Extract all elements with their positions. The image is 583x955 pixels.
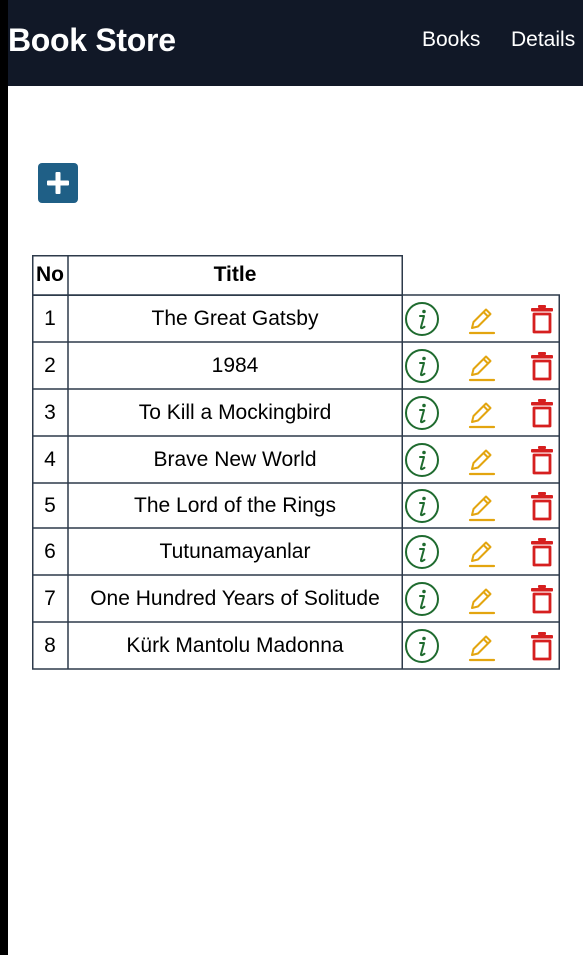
book-title: To Kill a Mockingbird (138, 401, 332, 424)
info-icon[interactable] (404, 534, 440, 570)
table-row: 1 The Great Gatsby (32, 295, 560, 342)
row-number: 2 (44, 354, 56, 377)
trash-icon[interactable] (524, 488, 560, 524)
pencil-icon[interactable] (464, 534, 500, 570)
table-row: 5 The Lord of the Rings (32, 483, 560, 528)
pencil-icon[interactable] (464, 628, 500, 664)
info-icon[interactable] (404, 628, 440, 664)
book-title: 1984 (211, 354, 259, 377)
info-icon[interactable] (404, 581, 440, 617)
pencil-icon[interactable] (464, 301, 500, 337)
book-title: Brave New World (153, 448, 317, 471)
plus-icon (47, 172, 69, 194)
trash-icon[interactable] (524, 534, 560, 570)
table-row: 2 1984 (32, 342, 560, 389)
trash-icon[interactable] (524, 348, 560, 384)
trash-icon[interactable] (524, 628, 560, 664)
navbar: Book Store Books Details (8, 0, 583, 86)
nav-link-books[interactable]: Books (422, 26, 480, 54)
table-row: 8 Kürk Mantolu Madonna (32, 622, 560, 669)
trash-icon[interactable] (524, 442, 560, 478)
info-icon[interactable] (404, 301, 440, 337)
add-book-button[interactable] (38, 163, 78, 203)
row-number: 7 (44, 587, 56, 610)
column-header-no: No (36, 263, 64, 286)
pencil-icon[interactable] (464, 395, 500, 431)
table-row: 6 Tutunamayanlar (32, 528, 560, 575)
brand-title[interactable]: Book Store (8, 20, 176, 60)
row-number: 1 (44, 307, 56, 330)
trash-icon[interactable] (524, 581, 560, 617)
book-title: Kürk Mantolu Madonna (126, 634, 344, 657)
table-row: 4 Brave New World (32, 436, 560, 483)
books-table: No Title 1 The Great Gatsby 2 1984 3 To Kill … (32, 255, 560, 670)
table-row: 3 To Kill a Mockingbird (32, 389, 560, 436)
book-title: The Great Gatsby (151, 307, 319, 330)
nav-link-details[interactable]: Details (511, 26, 575, 54)
row-number: 8 (44, 634, 56, 657)
book-title: One Hundred Years of Solitude (90, 587, 380, 610)
row-number: 5 (44, 494, 56, 517)
row-number: 6 (44, 540, 56, 563)
row-number: 3 (44, 401, 56, 424)
pencil-icon[interactable] (464, 488, 500, 524)
info-icon[interactable] (404, 395, 440, 431)
trash-icon[interactable] (524, 395, 560, 431)
book-title: Tutunamayanlar (159, 540, 311, 563)
info-icon[interactable] (404, 442, 440, 478)
app-frame: Book Store Books Details No Title 1 The … (8, 0, 583, 955)
trash-icon[interactable] (524, 301, 560, 337)
book-title: The Lord of the Rings (134, 494, 336, 517)
pencil-icon[interactable] (464, 581, 500, 617)
column-header-title: Title (213, 263, 257, 286)
info-icon[interactable] (404, 348, 440, 384)
pencil-icon[interactable] (464, 348, 500, 384)
table-row: 7 One Hundred Years of Solitude (32, 575, 560, 622)
info-icon[interactable] (404, 488, 440, 524)
pencil-icon[interactable] (464, 442, 500, 478)
row-number: 4 (44, 448, 56, 471)
